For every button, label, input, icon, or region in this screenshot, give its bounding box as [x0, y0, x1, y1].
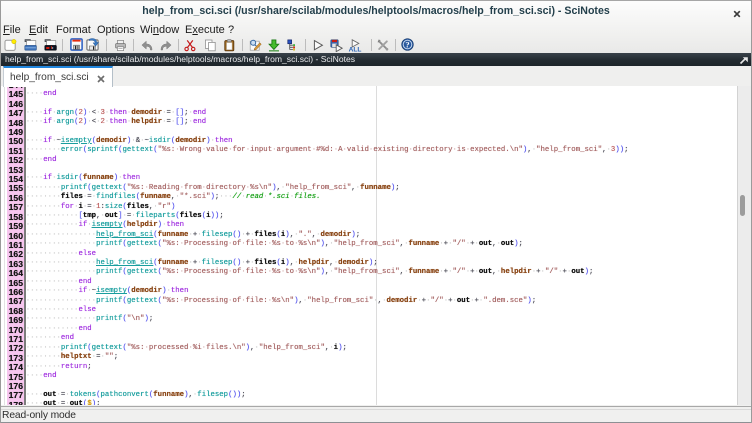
svg-text:?: ?: [405, 40, 409, 50]
svg-text:ALL: ALL: [349, 46, 362, 52]
